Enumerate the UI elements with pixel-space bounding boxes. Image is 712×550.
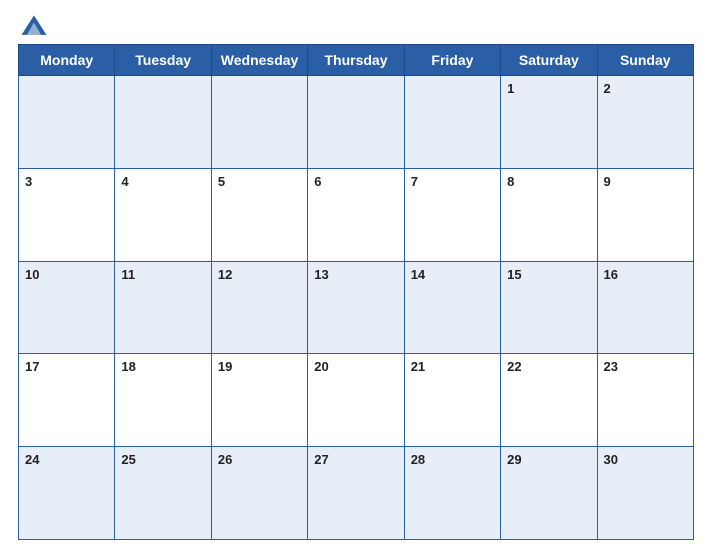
calendar-week-row: 17 18 19 20 21 22 23 (19, 354, 694, 447)
calendar-cell: 19 (211, 354, 307, 447)
day-number: 30 (604, 452, 618, 467)
day-number: 20 (314, 359, 328, 374)
day-header-thursday: Thursday (308, 45, 404, 76)
calendar-week-row: 10 11 12 13 14 15 16 (19, 261, 694, 354)
day-header-sunday: Sunday (597, 45, 693, 76)
calendar-cell: 5 (211, 168, 307, 261)
day-header-wednesday: Wednesday (211, 45, 307, 76)
calendar-cell: 16 (597, 261, 693, 354)
day-number: 4 (121, 174, 128, 189)
day-number: 9 (604, 174, 611, 189)
calendar-week-row: 12 (19, 76, 694, 169)
day-number: 18 (121, 359, 135, 374)
generalblue-logo-icon (18, 10, 50, 42)
day-number: 16 (604, 267, 618, 282)
calendar-cell (404, 76, 500, 169)
calendar-cell (19, 76, 115, 169)
day-number: 24 (25, 452, 39, 467)
day-number: 11 (121, 267, 135, 282)
days-of-week-row: MondayTuesdayWednesdayThursdayFridaySatu… (19, 45, 694, 76)
calendar-cell: 25 (115, 447, 211, 540)
top-bar (18, 10, 694, 42)
calendar-cell: 20 (308, 354, 404, 447)
calendar-cell: 10 (19, 261, 115, 354)
day-number: 7 (411, 174, 418, 189)
day-header-saturday: Saturday (501, 45, 597, 76)
calendar-table: MondayTuesdayWednesdayThursdayFridaySatu… (18, 44, 694, 540)
day-number: 25 (121, 452, 135, 467)
day-number: 27 (314, 452, 328, 467)
day-number: 23 (604, 359, 618, 374)
calendar-cell: 21 (404, 354, 500, 447)
logo-area (18, 10, 54, 42)
day-number: 6 (314, 174, 321, 189)
calendar-cell: 17 (19, 354, 115, 447)
day-number: 28 (411, 452, 425, 467)
day-number: 2 (604, 81, 611, 96)
day-header-tuesday: Tuesday (115, 45, 211, 76)
calendar-cell (115, 76, 211, 169)
calendar-cell: 3 (19, 168, 115, 261)
day-number: 15 (507, 267, 521, 282)
day-number: 29 (507, 452, 521, 467)
day-number: 17 (25, 359, 39, 374)
calendar-cell: 14 (404, 261, 500, 354)
calendar-cell: 11 (115, 261, 211, 354)
calendar-cell: 28 (404, 447, 500, 540)
day-number: 19 (218, 359, 232, 374)
day-number: 21 (411, 359, 425, 374)
calendar-cell: 29 (501, 447, 597, 540)
calendar-cell: 27 (308, 447, 404, 540)
calendar-cell (211, 76, 307, 169)
day-number: 26 (218, 452, 232, 467)
day-number: 13 (314, 267, 328, 282)
calendar-cell: 23 (597, 354, 693, 447)
calendar-cell: 8 (501, 168, 597, 261)
calendar-cell: 2 (597, 76, 693, 169)
calendar-cell: 1 (501, 76, 597, 169)
day-header-monday: Monday (19, 45, 115, 76)
calendar-week-row: 3 4 5 6 7 8 9 (19, 168, 694, 261)
calendar-cell: 6 (308, 168, 404, 261)
day-number: 10 (25, 267, 39, 282)
calendar-cell: 13 (308, 261, 404, 354)
calendar-cell: 30 (597, 447, 693, 540)
calendar-cell: 9 (597, 168, 693, 261)
calendar-cell: 26 (211, 447, 307, 540)
calendar-week-row: 24 25 26 27 28 29 30 (19, 447, 694, 540)
day-number: 14 (411, 267, 425, 282)
calendar-cell: 24 (19, 447, 115, 540)
day-number: 12 (218, 267, 232, 282)
calendar-cell (308, 76, 404, 169)
day-header-friday: Friday (404, 45, 500, 76)
calendar-header: MondayTuesdayWednesdayThursdayFridaySatu… (19, 45, 694, 76)
calendar-body: 1234567891011121314151617181920212223242… (19, 76, 694, 540)
day-number: 3 (25, 174, 32, 189)
day-number: 5 (218, 174, 225, 189)
calendar-cell: 18 (115, 354, 211, 447)
calendar-cell: 4 (115, 168, 211, 261)
day-number: 22 (507, 359, 521, 374)
calendar-cell: 7 (404, 168, 500, 261)
day-number: 1 (507, 81, 514, 96)
day-number: 8 (507, 174, 514, 189)
calendar-cell: 12 (211, 261, 307, 354)
calendar-cell: 22 (501, 354, 597, 447)
calendar-cell: 15 (501, 261, 597, 354)
